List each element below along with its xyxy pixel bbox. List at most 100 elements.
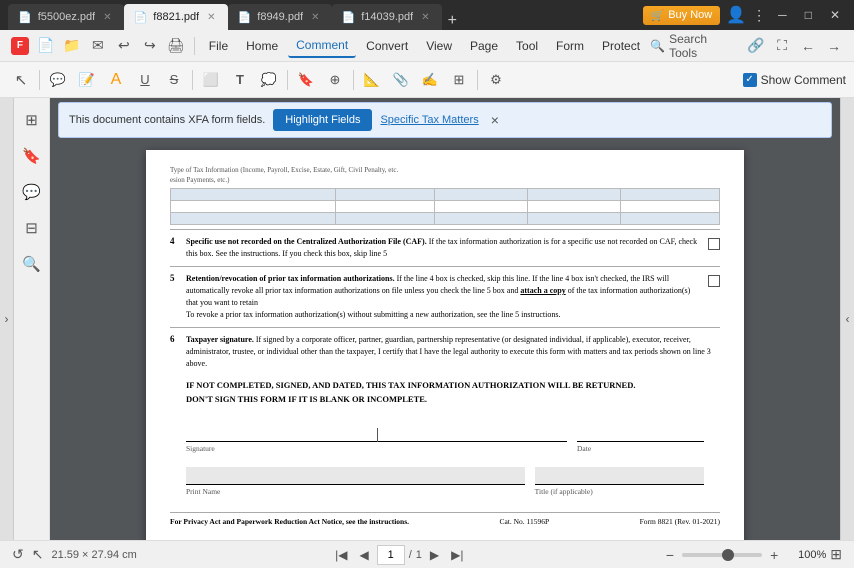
undo-button[interactable]: ↩ xyxy=(112,34,136,58)
section-4-checkbox[interactable] xyxy=(708,238,720,250)
highlight-button[interactable]: A xyxy=(103,67,129,93)
user-icon[interactable]: 👤 xyxy=(726,5,746,25)
foxitlogo-button[interactable]: F xyxy=(8,34,32,58)
tab-close-4[interactable]: ✕ xyxy=(419,10,431,25)
add-tab-button[interactable]: + xyxy=(442,12,463,30)
specific-tax-link[interactable]: Specific Tax Matters xyxy=(380,114,478,126)
pdf-scroll-area[interactable]: Type of Tax Information (Income, Payroll… xyxy=(50,142,840,540)
shapes-button[interactable]: ⬜ xyxy=(198,67,224,93)
forward-button[interactable]: → xyxy=(822,34,846,58)
title-field[interactable] xyxy=(535,467,704,485)
menu-page[interactable]: Page xyxy=(462,35,506,57)
form-number: Form 8821 (Rev. 01-2021) xyxy=(640,517,720,526)
fullscreen-button[interactable]: ⛶ xyxy=(770,34,794,58)
menu-file[interactable]: File xyxy=(201,35,236,57)
insert-button[interactable]: ⊕ xyxy=(322,67,348,93)
callout-button[interactable]: 💭 xyxy=(256,67,282,93)
close-button[interactable]: ✕ xyxy=(824,8,846,22)
sidebar-item-search[interactable]: 🔍 xyxy=(18,250,46,278)
cursor-tool[interactable]: ↖ xyxy=(32,546,44,563)
manage-button[interactable]: ⚙ xyxy=(483,67,509,93)
section-5-checkbox[interactable] xyxy=(708,275,720,287)
text-comment-button[interactable]: 📝 xyxy=(74,67,100,93)
tab-f8949[interactable]: 📄 f8949.pdf ✕ xyxy=(228,4,332,30)
title-label: Title (if applicable) xyxy=(535,487,704,496)
sidebar-item-pages[interactable]: ⊞ xyxy=(18,106,46,134)
page-number-input[interactable] xyxy=(377,545,405,565)
email-button[interactable]: ✉ xyxy=(86,34,110,58)
rotate-tool[interactable]: ↺ xyxy=(12,546,24,563)
section-6-num: 6 xyxy=(170,334,180,344)
last-page-button[interactable]: ▶| xyxy=(447,546,467,564)
print-button[interactable]: 🖨 xyxy=(164,34,188,58)
menu-view[interactable]: View xyxy=(418,35,460,57)
show-comment-toggle[interactable]: ✓ Show Comment xyxy=(743,73,846,87)
left-panel-toggle[interactable]: › xyxy=(0,98,14,540)
insert-icon: ⊕ xyxy=(330,72,341,88)
group-button[interactable]: ⊞ xyxy=(446,67,472,93)
highlight-fields-button[interactable]: Highlight Fields xyxy=(273,109,372,131)
show-comment-checkbox[interactable]: ✓ xyxy=(743,73,757,87)
zoom-in-button[interactable]: + xyxy=(766,547,782,563)
back-button[interactable]: ← xyxy=(796,34,820,58)
share-icon: 🔗 xyxy=(747,37,764,54)
attach-button[interactable]: 📎 xyxy=(388,67,414,93)
strikethrough-button[interactable]: S xyxy=(161,67,187,93)
tab-close-3[interactable]: ✕ xyxy=(309,10,321,25)
maximize-button[interactable]: □ xyxy=(799,8,818,22)
open-button[interactable]: 📁 xyxy=(60,34,84,58)
search-tools-label[interactable]: Search Tools xyxy=(669,32,738,60)
text-comment-icon: 📝 xyxy=(79,72,95,88)
menu-form[interactable]: Form xyxy=(548,35,592,57)
tab-close-2[interactable]: ✕ xyxy=(205,10,217,25)
annotation-button[interactable]: 💬 xyxy=(45,67,71,93)
zoom-slider[interactable] xyxy=(682,553,762,557)
first-page-button[interactable]: |◀ xyxy=(331,546,351,564)
prev-page-button[interactable]: ◀ xyxy=(356,546,373,564)
section-6-text: If signed by a corporate officer, partne… xyxy=(186,335,711,368)
date-field[interactable] xyxy=(577,418,704,442)
titlebar-controls: 🛒 Buy Now 👤 ⋮ ─ □ ✕ xyxy=(643,5,846,25)
tab-close-1[interactable]: ✕ xyxy=(101,10,113,25)
tab-f8821[interactable]: 📄 f8821.pdf ✕ xyxy=(124,4,228,30)
zoom-thumb xyxy=(722,549,734,561)
xfa-close-button[interactable]: × xyxy=(491,112,499,128)
signature-button[interactable]: ✍ xyxy=(417,67,443,93)
tab-f14039[interactable]: 📄 f14039.pdf ✕ xyxy=(332,4,442,30)
new-button[interactable]: 📄 xyxy=(34,34,58,58)
signature-field[interactable] xyxy=(186,418,567,442)
underline-button[interactable]: U xyxy=(132,67,158,93)
xfa-notification-bar: This document contains XFA form fields. … xyxy=(58,102,832,138)
next-page-button[interactable]: ▶ xyxy=(426,546,443,564)
measure-button[interactable]: 📐 xyxy=(359,67,385,93)
text-box-button[interactable]: T xyxy=(227,67,253,93)
sidebar-item-layers[interactable]: ⊟ xyxy=(18,214,46,242)
measure-icon: 📐 xyxy=(364,72,380,88)
menu-comment[interactable]: Comment xyxy=(288,34,356,58)
buy-now-button[interactable]: 🛒 Buy Now xyxy=(643,6,721,25)
redo-button[interactable]: ↪ xyxy=(138,34,162,58)
email-icon: ✉ xyxy=(92,37,104,54)
menu-home[interactable]: Home xyxy=(238,35,286,57)
section-5-num: 5 xyxy=(170,273,180,283)
toolbar-sep-5 xyxy=(477,70,478,90)
zoom-out-button[interactable]: − xyxy=(662,547,678,563)
stamp-button[interactable]: 🔖 xyxy=(293,67,319,93)
signature-icon: ✍ xyxy=(422,72,438,88)
minimize-button[interactable]: ─ xyxy=(772,8,793,22)
select-tool-button[interactable]: ↖ xyxy=(8,67,34,93)
tab-f5500ez[interactable]: 📄 f5500ez.pdf ✕ xyxy=(8,4,124,30)
print-name-field[interactable] xyxy=(186,467,525,485)
more-icon[interactable]: ⋮ xyxy=(752,7,766,24)
share-button[interactable]: 🔗 xyxy=(744,34,768,58)
sidebar-item-bookmarks[interactable]: 🔖 xyxy=(18,142,46,170)
redo-icon: ↪ xyxy=(144,37,156,54)
right-panel-toggle[interactable]: ‹ xyxy=(840,98,854,540)
menu-protect[interactable]: Protect xyxy=(594,35,648,57)
menu-convert[interactable]: Convert xyxy=(358,35,416,57)
section-5-title: Retention/revocation of prior tax inform… xyxy=(186,274,395,283)
menu-tool[interactable]: Tool xyxy=(508,35,546,57)
undo-icon: ↩ xyxy=(118,37,130,54)
sidebar-item-comments[interactable]: 💬 xyxy=(18,178,46,206)
fit-page-button[interactable]: ⊞ xyxy=(830,546,842,563)
